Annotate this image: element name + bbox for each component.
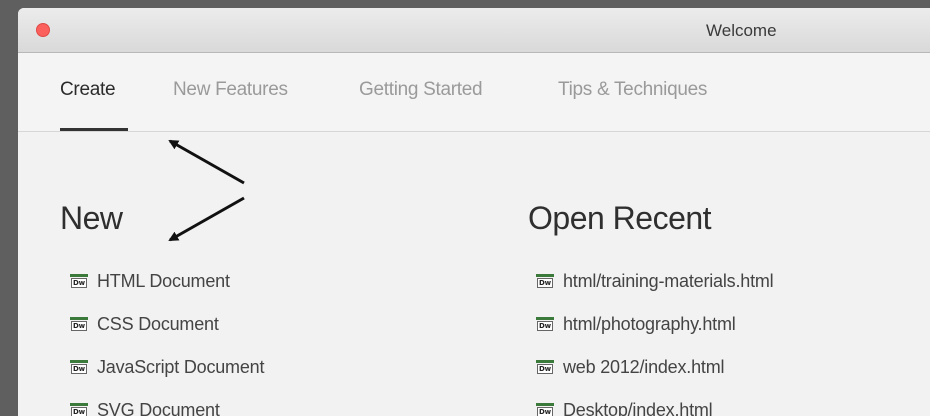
dw-file-icon: Dw [70,317,88,332]
recent-files-list: Dw html/training-materials.html Dw html/… [536,260,774,416]
item-label: html/photography.html [563,314,736,334]
tab-new-features[interactable]: New Features [173,79,288,101]
item-label: html/training-materials.html [563,271,774,291]
item-label: CSS Document [97,314,219,334]
dw-file-icon: Dw [70,360,88,375]
recent-file-item[interactable]: Dw web 2012/index.html [536,346,773,389]
dw-file-icon: Dw [70,403,88,416]
new-document-list: Dw HTML Document Dw CSS Document Dw Java… [70,260,264,416]
tab-bar: Create New Features Getting Started Tips… [18,53,930,132]
title-bar[interactable]: Welcome [18,8,930,53]
tab-create[interactable]: Create [60,79,116,101]
tab-tips-techniques[interactable]: Tips & Techniques [558,79,707,101]
new-css-document-item[interactable]: Dw CSS Document [70,303,264,346]
window-title: Welcome [706,21,777,40]
item-label: web 2012/index.html [563,357,725,377]
welcome-window: Welcome Create New Features Getting Star… [18,8,930,416]
dw-file-icon: Dw [536,317,554,332]
dw-file-icon: Dw [70,274,88,289]
recent-file-item[interactable]: Dw Desktop/index.html [536,389,773,416]
item-label: JavaScript Document [97,357,265,377]
new-section-heading: New [60,200,123,236]
new-html-document-item[interactable]: Dw HTML Document [70,260,264,303]
tab-getting-started[interactable]: Getting Started [359,79,483,101]
dw-file-icon: Dw [536,403,554,416]
item-label: HTML Document [97,271,230,291]
dw-file-icon: Dw [536,360,554,375]
item-label: Desktop/index.html [563,400,713,416]
item-label: SVG Document [97,400,220,416]
recent-file-item[interactable]: Dw html/photography.html [536,303,773,346]
new-javascript-document-item[interactable]: Dw JavaScript Document [70,346,264,389]
new-svg-document-item[interactable]: Dw SVG Document [70,389,264,416]
annotation-arrow-up [168,139,245,185]
dw-file-icon: Dw [536,274,554,289]
open-recent-heading: Open Recent [528,200,712,236]
active-tab-indicator [60,128,128,131]
annotation-arrow-down [168,196,245,242]
close-window-button[interactable] [36,23,50,37]
recent-file-item[interactable]: Dw html/training-materials.html [536,260,774,303]
